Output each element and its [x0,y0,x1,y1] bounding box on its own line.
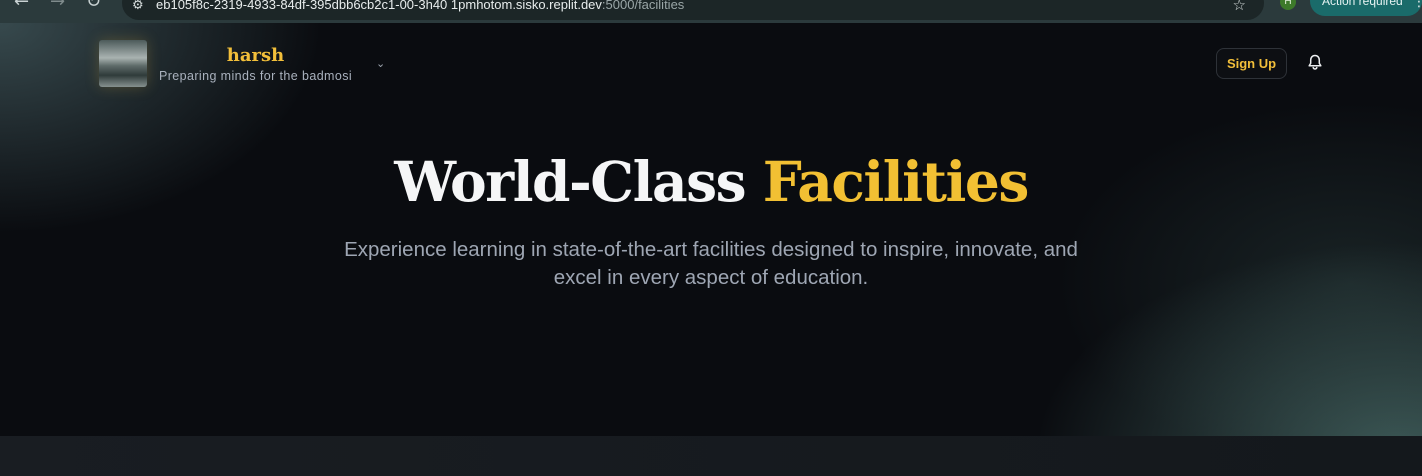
arrow-right-icon[interactable]: → [50,0,65,12]
page-hero-section: harsh Preparing minds for the badmosi ⌄ … [0,23,1422,436]
title-main: World-Class [394,149,763,214]
arrow-left-icon[interactable]: ← [14,0,29,12]
url-text[interactable]: eb105f8c-2319-4933-84df-395dbb6cb2c1-00-… [156,0,684,12]
chevron-down-icon[interactable]: ⌄ [376,57,385,70]
site-info-icon[interactable]: ⚙ [132,0,144,13]
brand-logo[interactable] [99,40,147,87]
browser-toolbar: ← → ↻ ⚙ eb105f8c-2319-4933-84df-395dbb6c… [0,0,1422,23]
address-bar[interactable]: ⚙ eb105f8c-2319-4933-84df-395dbb6cb2c1-0… [122,0,1264,20]
page-title: World-Class Facilities [0,147,1422,217]
profile-avatar[interactable]: H [1280,0,1296,10]
reload-icon[interactable]: ↻ [86,0,101,12]
next-section-strip [0,436,1422,476]
brand-name: harsh [226,44,285,66]
action-required-chip[interactable]: Action required [1310,0,1422,16]
url-host: eb105f8c-2319-4933-84df-395dbb6cb2c1-00-… [156,0,602,12]
sign-up-button[interactable]: Sign Up [1216,48,1287,79]
brand-text: harsh Preparing minds for the badmosi [159,45,352,83]
star-icon[interactable]: ☆ [1233,0,1246,14]
bell-icon[interactable] [1307,54,1323,71]
brand[interactable]: harsh Preparing minds for the badmosi [99,40,352,87]
title-accent: Facilities [762,149,1030,214]
kebab-icon[interactable]: ⋮ [1412,0,1422,10]
url-path: :5000/facilities [601,0,685,12]
brand-tagline: Preparing minds for the badmosi [159,68,353,83]
hero-subtitle: Experience learning in state-of-the-art … [344,238,1078,289]
